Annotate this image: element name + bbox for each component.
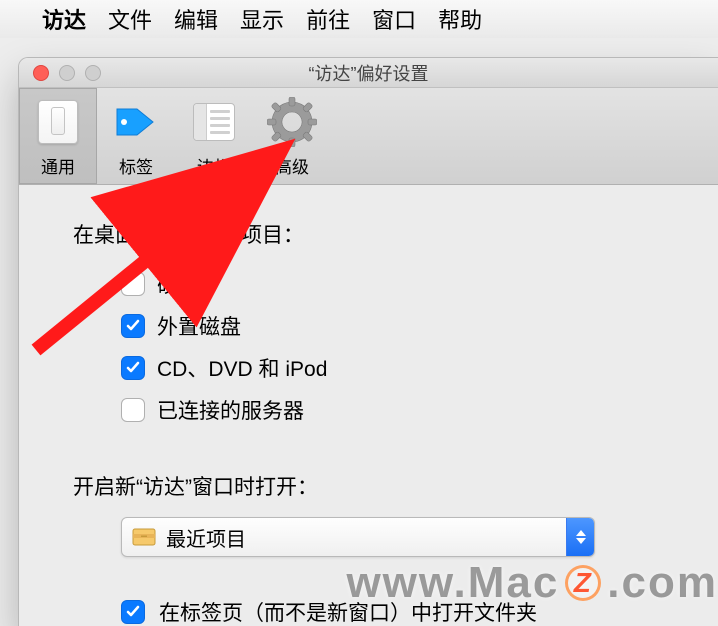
- new-window-heading: 开启新“访达”窗口时打开：: [73, 471, 664, 501]
- label-external-disk: 外置磁盘: [157, 311, 241, 341]
- label-cd-dvd-ipod: CD、DVD 和 iPod: [157, 353, 327, 383]
- checkbox-cd-dvd-ipod[interactable]: [121, 356, 145, 380]
- option-cd-dvd-ipod[interactable]: CD、DVD 和 iPod: [73, 347, 664, 389]
- label-connected-servers: 已连接的服务器: [157, 395, 304, 425]
- tag-icon: [109, 95, 163, 149]
- tab-advanced-label: 高级: [275, 153, 309, 178]
- tab-tags[interactable]: 标签: [97, 88, 175, 184]
- checkbox-open-in-tabs[interactable]: [121, 600, 145, 624]
- tab-advanced[interactable]: 高级: [253, 88, 331, 184]
- recents-icon: [130, 527, 158, 547]
- desktop-items-heading: 在桌面上显示这些项目：: [73, 219, 664, 249]
- app-menu-finder[interactable]: 访达: [42, 3, 86, 35]
- option-hard-disk[interactable]: 硬盘: [73, 263, 664, 305]
- tab-general-label: 通用: [41, 153, 75, 178]
- watermark: www.Mac Z .com: [346, 558, 718, 608]
- dropdown-selected-label: 最近项目: [166, 523, 566, 552]
- menu-go[interactable]: 前往: [306, 3, 350, 35]
- tab-sidebar-label: 边栏: [197, 153, 231, 178]
- system-menubar: 访达 文件 编辑 显示 前往 窗口 帮助: [0, 0, 718, 38]
- new-window-location-dropdown[interactable]: 最近项目: [121, 517, 595, 557]
- checkbox-external-disk[interactable]: [121, 314, 145, 338]
- tab-general[interactable]: 通用: [19, 88, 97, 184]
- tab-sidebar[interactable]: 边栏: [175, 88, 253, 184]
- gear-icon: [265, 95, 319, 149]
- close-button[interactable]: [33, 65, 49, 81]
- preferences-toolbar: 通用 标签 边栏: [19, 88, 718, 185]
- dropdown-arrows-icon: [566, 518, 594, 556]
- window-titlebar: “访达”偏好设置: [19, 58, 718, 88]
- option-connected-servers[interactable]: 已连接的服务器: [73, 389, 664, 431]
- label-hard-disk: 硬盘: [157, 269, 199, 299]
- checkbox-hard-disk[interactable]: [121, 272, 145, 296]
- finder-preferences-window: “访达”偏好设置 通用 标签 边栏: [18, 57, 718, 626]
- menu-window[interactable]: 窗口: [372, 3, 416, 35]
- watermark-suffix: .com: [607, 558, 718, 608]
- window-controls: [19, 65, 101, 81]
- menu-edit[interactable]: 编辑: [174, 3, 218, 35]
- window-title: “访达”偏好设置: [19, 60, 718, 86]
- maximize-button[interactable]: [85, 65, 101, 81]
- watermark-z-icon: Z: [565, 565, 601, 601]
- menu-help[interactable]: 帮助: [438, 3, 482, 35]
- checkbox-connected-servers[interactable]: [121, 398, 145, 422]
- menu-view[interactable]: 显示: [240, 3, 284, 35]
- menu-file[interactable]: 文件: [108, 3, 152, 35]
- general-icon: [31, 95, 85, 149]
- option-external-disk[interactable]: 外置磁盘: [73, 305, 664, 347]
- watermark-prefix: www.Mac: [346, 558, 559, 608]
- sidebar-icon: [187, 95, 241, 149]
- tab-tags-label: 标签: [119, 153, 153, 178]
- minimize-button[interactable]: [59, 65, 75, 81]
